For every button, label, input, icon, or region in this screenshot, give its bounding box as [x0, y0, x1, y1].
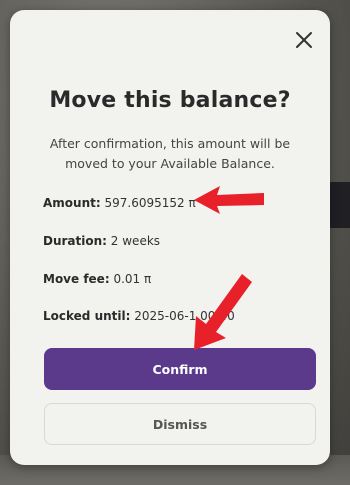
- dialog-subtitle: After confirmation, this amount will be …: [49, 136, 291, 171]
- detail-label: Duration:: [43, 234, 107, 248]
- close-icon: [296, 32, 312, 48]
- detail-row-move-fee: Move fee: 0.01 π: [43, 272, 151, 286]
- detail-label: Amount:: [43, 196, 101, 210]
- detail-row-amount: Amount: 597.6095152 π: [43, 196, 196, 210]
- confirm-button[interactable]: Confirm: [44, 348, 316, 390]
- close-button[interactable]: [292, 28, 316, 52]
- detail-row-duration: Duration: 2 weeks: [43, 234, 160, 248]
- dismiss-button[interactable]: Dismiss: [44, 403, 316, 445]
- detail-label: Move fee:: [43, 272, 110, 286]
- detail-label: Locked until:: [43, 309, 131, 323]
- dialog-title: Move this balance?: [49, 88, 291, 113]
- detail-value: 2025-06-1 00:40: [134, 309, 235, 323]
- detail-value: 0.01 π: [113, 272, 152, 286]
- detail-row-locked-until: Locked until: 2025-06-1 00:40: [43, 309, 235, 323]
- move-balance-dialog: Move this balance? After confirmation, t…: [10, 10, 330, 465]
- detail-value: 597.6095152 π: [104, 196, 196, 210]
- detail-value: 2 weeks: [110, 234, 161, 248]
- background-side-tab: [328, 182, 350, 228]
